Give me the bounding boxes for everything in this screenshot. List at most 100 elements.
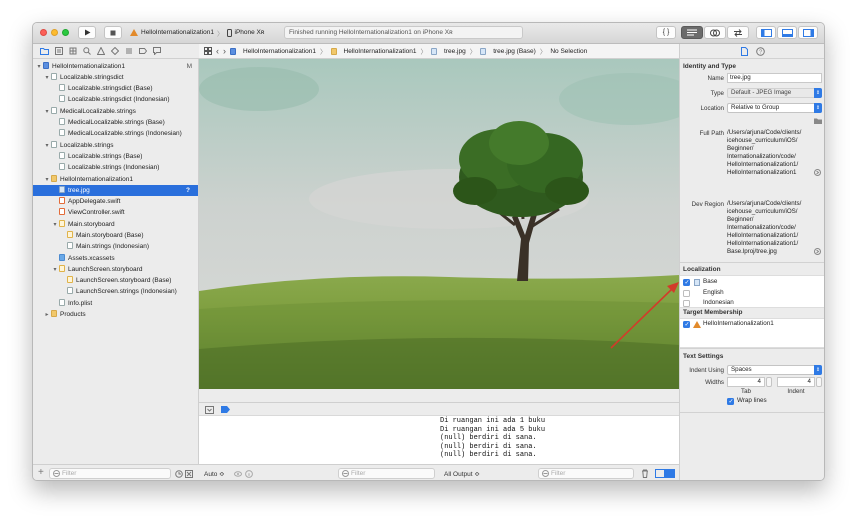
variables-filter-input[interactable]: Filter [338, 468, 435, 479]
console-output-popup[interactable]: All Output ≎ [444, 470, 480, 478]
tree-row[interactable]: AppDelegate.swift [33, 196, 198, 207]
version-editor-button[interactable] [727, 26, 749, 39]
console-output[interactable]: Di ruangan ini ada 1 buku Di ruangan ini … [199, 416, 679, 464]
back-icon[interactable]: ‹ [216, 46, 219, 56]
toggle-navigator-button[interactable] [756, 26, 776, 39]
name-label: Name [707, 75, 724, 82]
breadcrumb-localization[interactable]: tree.jpg (Base) [493, 48, 536, 55]
find-navigator-icon[interactable] [83, 47, 91, 55]
scm-filter-icon[interactable] [185, 470, 193, 478]
tab-width-field[interactable]: 4 [727, 377, 765, 387]
tree-row-project[interactable]: ▾ HelloInternationalization1 M [33, 61, 198, 72]
close-window-button[interactable] [40, 29, 47, 36]
add-icon[interactable]: + [38, 467, 44, 478]
info-icon[interactable] [245, 470, 253, 478]
path-line: HelloInternationalization1 [727, 169, 797, 176]
filter-placeholder: Filter [551, 470, 566, 477]
tree-row[interactable]: Localizable.strings (Base) [33, 151, 198, 162]
storyboard-file-icon [59, 220, 65, 227]
tree-row-group[interactable]: ▾ HelloInternationalization1 [33, 174, 198, 185]
variables-scope-popup[interactable]: Auto ≎ [204, 470, 225, 478]
tree-row-label: AppDelegate.swift [68, 198, 121, 205]
project-navigator-icon[interactable] [40, 47, 49, 55]
breakpoint-navigator-icon[interactable] [139, 47, 147, 55]
quick-help-icon[interactable]: ? [756, 47, 765, 56]
related-items-icon[interactable] [204, 47, 212, 55]
tree-row-main-storyboard[interactable]: ▾ Main.storyboard [33, 219, 198, 230]
indent-width-field[interactable]: 4 [777, 377, 815, 387]
wrap-lines-checkbox[interactable] [727, 398, 734, 405]
tree-row[interactable]: MedicalLocalizable.strings (Indonesian) [33, 128, 198, 139]
run-button[interactable] [78, 26, 96, 39]
choose-location-folder-icon[interactable] [814, 118, 822, 124]
disclosure-closed-icon[interactable]: ▸ [43, 310, 51, 321]
symbol-navigator-icon[interactable] [69, 47, 77, 55]
target-checkbox[interactable] [683, 321, 690, 328]
reveal-in-finder-icon[interactable] [814, 169, 821, 176]
tree-row-label: Localizable.strings (Indonesian) [68, 164, 160, 171]
indent-using-popup[interactable]: Spaces ⇕ [727, 365, 822, 375]
navigator-filter-input[interactable]: Filter [49, 468, 171, 479]
tree-row-localizable-stringsdict[interactable]: ▾ Localizable.stringsdict [33, 72, 198, 83]
folder-icon [51, 310, 57, 317]
eye-icon[interactable] [234, 470, 242, 478]
library-button[interactable]: { } [656, 26, 676, 39]
localization-checkbox-english[interactable] [683, 290, 690, 297]
tree-row[interactable]: Main.strings (Indonesian) [33, 241, 198, 252]
hide-debug-area-icon[interactable] [205, 406, 214, 414]
standard-editor-button[interactable] [681, 26, 703, 39]
play-icon [84, 29, 90, 36]
toggle-debug-area-button[interactable] [777, 26, 797, 39]
localization-checkbox-indonesian[interactable] [683, 300, 690, 307]
source-control-icon[interactable] [55, 47, 63, 55]
breadcrumb-group[interactable]: HelloInternationalization1 [344, 48, 417, 55]
forward-icon[interactable]: › [223, 46, 226, 56]
tab-width-stepper[interactable] [766, 377, 772, 387]
target-list: HelloInternationalization1 [680, 318, 824, 348]
tree-row-medical-strings[interactable]: ▾ MedicalLocalizable.strings [33, 106, 198, 117]
tree-row[interactable]: Assets.xcassets [33, 253, 198, 264]
tree-row-localizable-strings[interactable]: ▾ Localizable.strings [33, 140, 198, 151]
filter-placeholder: Filter [351, 470, 366, 477]
tree-row[interactable]: LaunchScreen.storyboard (Base) [33, 275, 198, 286]
test-navigator-icon[interactable] [111, 47, 119, 55]
trash-icon[interactable] [641, 469, 649, 478]
issue-navigator-icon[interactable] [97, 47, 105, 55]
tree-row-products[interactable]: ▸ Products [33, 309, 198, 320]
tree-row[interactable]: Localizable.stringsdict (Base) [33, 83, 198, 94]
breadcrumb-selection[interactable]: No Selection [550, 48, 587, 55]
indent-width-stepper[interactable] [816, 377, 822, 387]
name-field[interactable]: tree.jpg [727, 73, 822, 83]
tree-row[interactable]: Localizable.strings (Indonesian) [33, 162, 198, 173]
recent-files-icon[interactable] [175, 470, 183, 478]
tree-row[interactable]: ViewController.swift [33, 207, 198, 218]
split-console-icon[interactable] [655, 469, 675, 478]
zoom-window-button[interactable] [62, 29, 69, 36]
file-inspector-icon[interactable] [741, 47, 748, 56]
tree-row[interactable]: Localizable.stringsdict (Indonesian) [33, 94, 198, 105]
debug-bar [199, 402, 679, 416]
console-filter-input[interactable]: Filter [538, 468, 634, 479]
breadcrumb-file[interactable]: tree.jpg [444, 48, 466, 55]
breakpoints-toggle-icon[interactable] [221, 406, 230, 413]
location-popup[interactable]: Relative to Group ⇕ [727, 103, 822, 113]
stop-button[interactable] [104, 26, 122, 39]
toggle-inspector-button[interactable] [798, 26, 818, 39]
tree-row-tree-jpg[interactable]: tree.jpg ? [33, 185, 198, 196]
tree-row-label: Main.storyboard [68, 221, 115, 228]
tree-row-label: ViewController.swift [68, 209, 125, 216]
type-popup[interactable]: Default - JPEG Image ⇕ [727, 88, 822, 98]
tree-row[interactable]: MedicalLocalizable.strings (Base) [33, 117, 198, 128]
debug-navigator-icon[interactable] [125, 47, 133, 55]
tree-row[interactable]: LaunchScreen.strings (Indonesian) [33, 286, 198, 297]
tree-row[interactable]: Main.storyboard (Base) [33, 230, 198, 241]
minimize-window-button[interactable] [51, 29, 58, 36]
breadcrumb-project[interactable]: HelloInternationalization1 [243, 48, 316, 55]
reveal-in-finder-icon[interactable] [814, 248, 821, 255]
tree-row[interactable]: Info.plist [33, 298, 198, 309]
tree-row-launch-storyboard[interactable]: ▾ LaunchScreen.storyboard [33, 264, 198, 275]
report-navigator-icon[interactable] [153, 47, 161, 55]
scheme-selector[interactable]: HelloInternationalization1 〉 iPhone Xʀ [128, 26, 280, 39]
localization-checkbox-base[interactable] [683, 279, 690, 286]
assistant-editor-button[interactable] [704, 26, 726, 39]
